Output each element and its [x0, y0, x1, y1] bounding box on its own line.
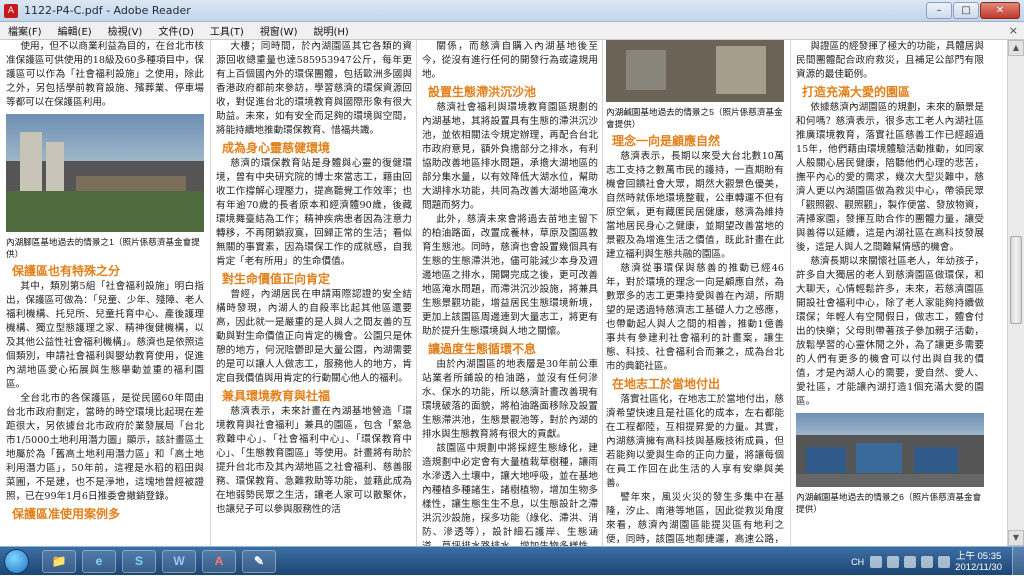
paint-icon[interactable]: ✎: [242, 550, 276, 573]
paragraph: 曾經，內湖居民在申請兩際認證的安全結構時發現，內湖人的自殺率比起其他區還要高，因…: [216, 289, 412, 384]
article-column-3: 關係，而慈濟自購入內湖基地後至今，從沒有進行任何的開發行為或違規用地。 設置生態…: [422, 40, 598, 546]
system-clock[interactable]: 上午 05:35 2012/11/30: [955, 551, 1002, 573]
section-heading: 理念一向是顧應自然: [612, 134, 721, 148]
menu-tools[interactable]: 工具(T): [202, 23, 252, 38]
system-tray: CH 上午 05:35 2012/11/30: [851, 547, 1024, 576]
section-heading: 設置生態滯洪沉沙池: [428, 85, 537, 99]
photo-caption: 內湖鹹園基地過去的情景之6（照片係慈濟基金會提供）: [796, 492, 982, 514]
skype-icon[interactable]: S: [122, 550, 156, 573]
paragraph: 依據慈濟內湖園區的規劃，未來的願景是和何嗎？慈濟表示，很多志工老人內湖社區推廣環…: [796, 102, 984, 253]
article-column-1: 使用，但不以商業利益為目的，在台北市核准保護區可供使用的18級及60多種項目中，…: [6, 40, 204, 546]
column-divider: [790, 40, 791, 546]
article-photo-5: [606, 40, 784, 102]
paragraph: 慈濟表示，長期以來受大台北數10萬志工支持之數萬市民的護持，一直期盼有機會回饋社…: [606, 151, 784, 260]
menu-view[interactable]: 檢視(V): [100, 23, 151, 38]
section-heading: 保護區也有特殊之分: [12, 264, 121, 278]
article-photo-1: [6, 114, 204, 232]
maximize-button[interactable]: □: [953, 2, 979, 19]
paragraph: 慈濟社會福利與環境教育園區規劃的內湖基地，其將設置具有生態的滯洪沉沙池，並依相關…: [422, 102, 598, 211]
input-language-indicator[interactable]: CH: [851, 557, 864, 567]
title-bar: A 1122-P4-C.pdf - Adobe Reader – □ ✕: [0, 0, 1024, 22]
scroll-down-icon[interactable]: ▼: [1008, 530, 1024, 546]
column-divider: [416, 40, 417, 546]
article-column-2: 大樓；同時間，於內湖園區其它各類的資源回收總重量也達585953947公斤，每年…: [216, 40, 412, 546]
column-divider: [602, 40, 603, 546]
taskbar: 📁 e S W A ✎ CH 上午 05:35 2012/11/30: [0, 546, 1024, 576]
paragraph: 慈濟的環保教育站是身體與心靈的復健環境，曾有中央研究院的博士來當志工，藉由回收工…: [216, 158, 412, 267]
adobe-reader-icon: A: [4, 3, 18, 18]
paragraph: 與證區的經發揮了極大的功能，具體居與民間團體配合政府救災，且補足公部門有限資源的…: [796, 41, 984, 80]
start-button[interactable]: [4, 549, 29, 574]
paragraph: 大樓；同時間，於內湖園區其它各類的資源回收總重量也達585953947公斤，每年…: [216, 41, 412, 136]
ie-icon[interactable]: e: [82, 550, 116, 573]
paragraph: 該園區中規劃中將採經生態綠化，建造規劃中必定會有大量植栽草樹種，讓雨水滲透入土壤…: [422, 443, 598, 546]
menu-file[interactable]: 檔案(F): [0, 23, 50, 38]
paragraph: 由於內湖園區的地表層是30年前公車站業者所鋪設的柏油路，並沒有任何滲水、保水的功…: [422, 359, 598, 440]
menu-window[interactable]: 視窗(W): [252, 23, 306, 38]
document-viewport[interactable]: 使用，但不以商業利益為目的，在台北市核准保護區可供使用的18級及60多種項目中，…: [0, 40, 1007, 546]
paragraph: 慈濟表示，未來計畫在內湖基地營造「環境教育與社會福利」兼具的園區，包含「緊急救難…: [216, 406, 412, 515]
article-column-4: 內湖鹹園基地過去的情景之5（照片係慈濟基金會提供） 理念一向是顧應自然 慈濟表示…: [606, 40, 784, 546]
tray-icon[interactable]: [870, 555, 883, 568]
paragraph: 此外，慈濟未來會將過去苗地主留下的柏油路面，改置成養林，草原及園區教育生態池。同…: [422, 214, 598, 337]
tray-icon[interactable]: [887, 555, 900, 568]
photo-caption: 內湖腳區基地過去的情景之1（照片係慈濟基金會提供）: [6, 237, 200, 259]
tray-icon[interactable]: [904, 555, 917, 568]
menu-edit[interactable]: 編輯(E): [50, 23, 100, 38]
paragraph: 其中，類別第5組「社會福利設施」明白指出，保護區可做為：「兒童、少年、殘障、老人…: [6, 281, 204, 390]
folder-icon[interactable]: 📁: [42, 550, 76, 573]
word-icon[interactable]: W: [162, 550, 196, 573]
menu-help[interactable]: 說明(H): [305, 23, 356, 38]
clock-date: 2012/11/30: [955, 561, 1002, 573]
paragraph: 關係，而慈濟自購入內湖基地後至今，從沒有進行任何的開發行為或違規用地。: [422, 41, 598, 80]
show-desktop-button[interactable]: [1012, 547, 1024, 576]
paragraph: 慈濟從事環保與慈善的推動已經46年，對於環境的理念一向是顧應自然，為數眾多的志工…: [606, 263, 784, 372]
scroll-up-icon[interactable]: ▲: [1008, 40, 1024, 56]
acrobat-icon[interactable]: A: [202, 550, 236, 573]
paragraph: 使用，但不以商業利益為目的，在台北市核准保護區可供使用的18級及60多種項目中，…: [6, 41, 204, 108]
volume-icon[interactable]: [938, 555, 951, 568]
section-heading: 讓過度生態循環不息: [428, 342, 537, 356]
close-button[interactable]: ✕: [980, 2, 1020, 19]
section-heading: 成為身心靈慈健環境: [222, 141, 331, 155]
article-photo-6: [796, 413, 984, 487]
section-heading: 打造充滿大愛的園區: [802, 85, 911, 99]
menu-bar: 檔案(F) 編輯(E) 檢視(V) 文件(D) 工具(T) 視窗(W) 說明(H…: [0, 22, 1024, 40]
paragraph: 全台北市的各保護區，是從民國60年間由台北市政府劃定，當時的時空環境比起現在差距…: [6, 393, 204, 502]
section-heading: 保護區准使用案例多: [12, 507, 121, 521]
column-divider: [210, 40, 211, 546]
close-document-icon[interactable]: ×: [1009, 24, 1018, 37]
paragraph: 慈濟長期以來關懷社區老人，年幼孩子，許多自大獨居的老人到慈濟園區做環保，和大聊天…: [796, 256, 984, 407]
section-heading: 兼具環境教育與社福: [222, 389, 331, 403]
article-column-5: 與證區的經發揮了極大的功能，具體居與民間團體配合政府救災，且補足公部門有限資源的…: [796, 40, 984, 546]
section-heading: 在地志工於當地付出: [612, 377, 721, 391]
minimize-button[interactable]: –: [926, 2, 952, 19]
vertical-scrollbar[interactable]: ▲ ▼: [1007, 40, 1024, 546]
menu-document[interactable]: 文件(D): [150, 23, 202, 38]
clock-time: 上午 05:35: [955, 550, 1002, 562]
photo-caption: 內湖鹹園基地過去的情景之5（照片係慈濟基金會提供）: [606, 107, 783, 129]
paragraph: 譬年來，風災火災的發生多集中在基隆，汐止、南港等地區，因此從救災角度來看，慈濟內…: [606, 492, 784, 545]
network-icon[interactable]: [921, 555, 934, 568]
scroll-thumb[interactable]: [1010, 236, 1022, 324]
window-title: 1122-P4-C.pdf - Adobe Reader: [24, 4, 191, 17]
paragraph: 落實社區化，在地志工於當地付出，慈濟希望快速且是社區化的成本，左右都能在工程都陸…: [606, 394, 784, 489]
section-heading: 對生命價值正向肯定: [222, 272, 331, 286]
